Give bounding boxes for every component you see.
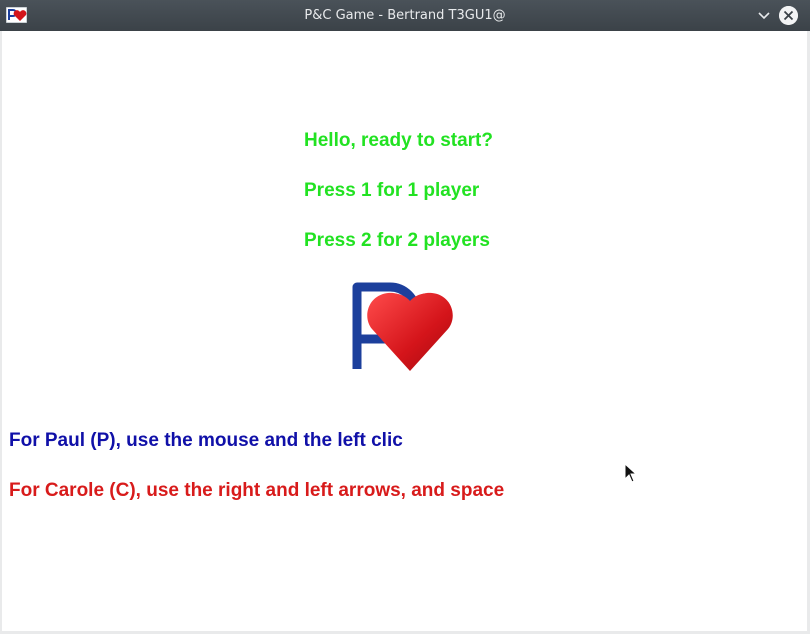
paul-instructions: For Paul (P), use the mouse and the left… — [9, 430, 403, 451]
p-heart-logo — [352, 282, 453, 371]
window-title: P&C Game - Bertrand T3GU1@ — [304, 8, 506, 23]
close-icon[interactable] — [779, 6, 798, 25]
game-canvas[interactable]: Hello, ready to start? Press 1 for 1 pla… — [2, 31, 807, 631]
option-two-players: Press 2 for 2 players — [304, 230, 490, 251]
greeting-text: Hello, ready to start? — [304, 130, 493, 151]
mouse-pointer-icon — [624, 463, 638, 483]
carole-instructions: For Carole (C), use the right and left a… — [9, 480, 505, 501]
title-bar[interactable]: P&C Game - Bertrand T3GU1@ — [0, 0, 810, 31]
option-one-player: Press 1 for 1 player — [304, 180, 480, 201]
chevron-down-icon[interactable] — [757, 9, 771, 23]
game-window: P&C Game - Bertrand T3GU1@ Hello, ready … — [0, 0, 810, 634]
